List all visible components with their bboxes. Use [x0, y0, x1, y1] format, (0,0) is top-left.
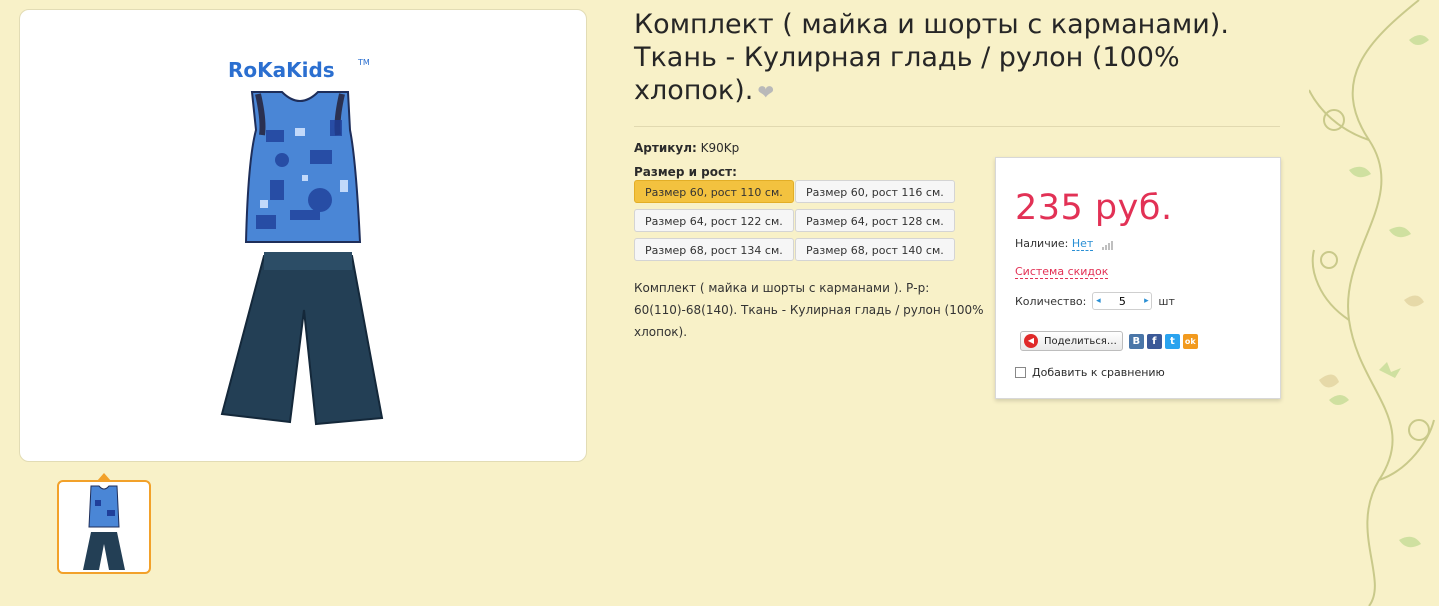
shorts-illustration [220, 252, 384, 426]
increase-quantity-icon[interactable]: ▸ [1141, 296, 1151, 306]
size-option-68-140[interactable]: Размер 68, рост 140 см. [795, 238, 955, 261]
availability-label: Наличие: [1015, 237, 1069, 250]
product-thumbnail[interactable] [57, 480, 151, 574]
size-option-60-116[interactable]: Размер 60, рост 116 см. [795, 180, 955, 203]
product-main-image[interactable]: RoKaKids TM [19, 9, 587, 462]
stock-level-icon [1101, 237, 1114, 250]
quantity-stepper: ◂ ▸ [1092, 292, 1153, 310]
facebook-icon[interactable]: f [1146, 333, 1162, 349]
compare-checkbox[interactable] [1015, 367, 1026, 378]
quantity-input[interactable] [1103, 294, 1142, 308]
share-button[interactable]: ◀ Поделиться… [1020, 331, 1123, 351]
thumbnail-photo [83, 485, 125, 570]
share-row: ◀ Поделиться… B f t ok [1020, 331, 1198, 351]
compare-option[interactable]: Добавить к сравнению [1015, 366, 1165, 379]
availability-value[interactable]: Нет [1071, 237, 1094, 251]
floral-decoration [1309, 0, 1435, 606]
share-label: Поделиться… [1044, 335, 1117, 347]
size-label: Размер и рост: [634, 165, 737, 179]
brand-logo: RoKaKids [228, 58, 335, 82]
svg-text:TM: TM [357, 58, 370, 67]
tank-top-illustration [244, 91, 362, 243]
sku-value: K90Kp [700, 141, 740, 155]
title-divider [634, 126, 1280, 127]
sku-label: Артикул: [634, 141, 697, 155]
availability: Наличие: Нет [1015, 237, 1114, 251]
twitter-icon[interactable]: t [1164, 333, 1180, 349]
sku: Артикул: K90Kp [634, 141, 739, 155]
size-option-60-110[interactable]: Размер 60, рост 110 см. [634, 180, 794, 203]
price: 235 руб. [1015, 188, 1173, 228]
size-option-64-128[interactable]: Размер 64, рост 128 см. [795, 209, 955, 232]
quantity-label: Количество: [1015, 294, 1087, 308]
product-description: Комплект ( майка и шорты с карманами ). … [634, 281, 984, 339]
purchase-box: 235 руб. Наличие: Нет Система скидок Кол… [995, 157, 1281, 399]
compare-label: Добавить к сравнению [1032, 366, 1165, 379]
share-icon: ◀ [1024, 334, 1038, 348]
size-option-68-134[interactable]: Размер 68, рост 134 см. [634, 238, 794, 261]
product-title: Комплект ( майка и шорты с карманами). Т… [634, 9, 1229, 106]
vk-icon[interactable]: B [1128, 333, 1144, 349]
size-option-64-122[interactable]: Размер 64, рост 122 см. [634, 209, 794, 232]
odnoklassniki-icon[interactable]: ok [1182, 333, 1198, 349]
discount-system-link[interactable]: Система скидок [1015, 265, 1109, 279]
decrease-quantity-icon[interactable]: ◂ [1093, 296, 1103, 306]
quantity-row: Количество: ◂ ▸ шт [1015, 292, 1175, 310]
product-photo: RoKaKids TM [220, 58, 384, 426]
quantity-unit: шт [1158, 294, 1175, 308]
heart-icon[interactable]: ❤ [757, 80, 774, 104]
